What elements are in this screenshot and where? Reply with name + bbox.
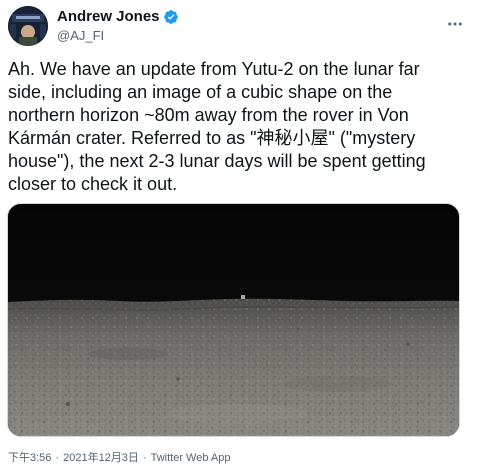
tweet-media-image[interactable] (7, 203, 460, 437)
author-info: Andrew Jones @AJ_FI (57, 8, 179, 45)
avatar[interactable] (8, 6, 48, 46)
display-name-row: Andrew Jones (57, 8, 179, 26)
author-handle[interactable]: @AJ_FI (57, 27, 179, 45)
tweet-card: Andrew Jones @AJ_FI Ah. We have an updat… (0, 0, 479, 470)
tweet-time[interactable]: 下午3:56 (8, 451, 51, 465)
lunar-surface-photo (8, 204, 459, 436)
tweet-date[interactable]: 2021年12月3日 (63, 451, 139, 465)
avatar-image (8, 6, 48, 46)
tweet-text-line: Ah. We have an update from Yutu-2 on the… (8, 59, 420, 79)
tweet-text-line: Kármán crater. Referred to as "神秘小屋" ("m… (8, 128, 416, 148)
tweet-text-line: closer to check it out. (8, 174, 178, 194)
tweet-metadata: 下午3:56 · 2021年12月3日 · Twitter Web App (8, 451, 230, 465)
tweet-text-line: northern horizon ~80m away from the rove… (8, 105, 409, 125)
more-horizontal-icon[interactable] (443, 12, 467, 36)
verified-badge-icon (163, 9, 179, 25)
mystery-house-object (241, 295, 245, 299)
tweet-source[interactable]: Twitter Web App (151, 451, 231, 465)
meta-separator: · (142, 452, 147, 464)
meta-separator: · (55, 452, 60, 464)
display-name[interactable]: Andrew Jones (57, 8, 160, 26)
tweet-text-line: side, including an image of a cubic shap… (8, 82, 393, 102)
tweet-text: Ah. We have an update from Yutu-2 on the… (8, 58, 468, 196)
tweet-header: Andrew Jones @AJ_FI (8, 6, 471, 46)
tweet-text-line: house"), the next 2-3 lunar days will be… (8, 151, 426, 171)
